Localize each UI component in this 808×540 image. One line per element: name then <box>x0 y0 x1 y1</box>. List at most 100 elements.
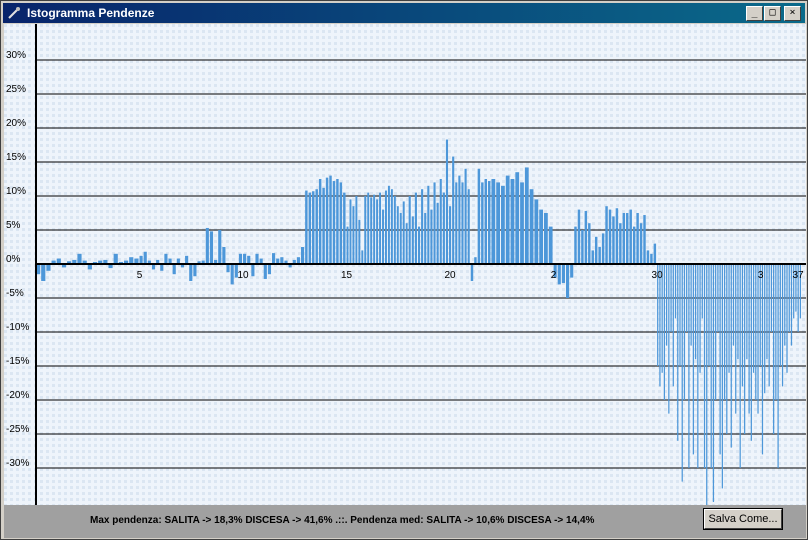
bar-152 <box>626 213 629 264</box>
bar-170 <box>677 264 679 441</box>
bar-151 <box>622 213 626 264</box>
bar-74 <box>352 206 355 264</box>
bar-125 <box>520 182 524 264</box>
bar-82 <box>376 199 379 264</box>
bar-156 <box>639 223 643 264</box>
close-button[interactable]: × <box>784 6 801 21</box>
bar-179 <box>697 264 699 468</box>
bar-167 <box>670 264 672 332</box>
x-tick-label: 3 <box>758 270 764 281</box>
bar-141 <box>588 223 591 264</box>
bar-54 <box>280 257 284 264</box>
bar-111 <box>464 168 467 264</box>
bar-129 <box>539 209 544 264</box>
bar-155 <box>636 213 639 264</box>
x-tick-label: 5 <box>137 270 143 281</box>
bar-139 <box>581 230 584 264</box>
bar-26 <box>164 253 168 264</box>
bar-137 <box>574 226 577 264</box>
bar-61 <box>308 192 312 264</box>
bar-87 <box>390 189 393 264</box>
bar-32 <box>189 264 193 281</box>
bar-109 <box>458 175 461 264</box>
bar-20 <box>139 255 143 264</box>
bar-203 <box>750 264 752 441</box>
bar-189 <box>719 264 721 455</box>
bar-64 <box>318 179 322 264</box>
bar-8 <box>77 253 82 264</box>
bar-88 <box>393 196 396 264</box>
bar-15 <box>113 253 118 264</box>
bar-138 <box>577 209 581 264</box>
bar-168 <box>672 264 674 387</box>
y-tick-label: 10% <box>6 186 26 197</box>
x-tick-label: 2 <box>551 270 557 281</box>
bar-208 <box>761 264 764 455</box>
maximize-button[interactable]: □ <box>764 6 781 21</box>
bar-193 <box>728 264 730 373</box>
bar-165 <box>665 264 668 346</box>
bar-205 <box>755 264 757 400</box>
bar-216 <box>779 264 781 366</box>
bar-210 <box>766 264 768 360</box>
bar-83 <box>379 192 382 264</box>
bar-135 <box>565 264 570 298</box>
bar-136 <box>570 264 574 278</box>
bar-90 <box>399 213 402 264</box>
histogram-window: Istogramma Pendenze _ □ × -30% -25% -20% -1… <box>0 0 808 540</box>
bar-115 <box>477 168 481 264</box>
bar-148 <box>612 216 615 264</box>
save-as-button[interactable]: Salva Come... <box>703 508 783 530</box>
bar-197 <box>737 264 739 360</box>
bar-31 <box>185 255 189 264</box>
bar-158 <box>646 250 650 264</box>
bar-175 <box>688 264 690 468</box>
bar-52 <box>272 253 276 264</box>
bar-47 <box>251 264 255 277</box>
bar-39 <box>218 230 222 264</box>
bar-89 <box>396 206 399 264</box>
bar-103 <box>439 179 442 264</box>
bar-164 <box>663 264 665 400</box>
bar-192 <box>726 264 728 434</box>
bar-25 <box>160 264 164 271</box>
bar-124 <box>515 172 520 264</box>
bar-28 <box>172 264 176 275</box>
bar-36 <box>205 227 209 264</box>
bar-130 <box>544 213 548 264</box>
bar-86 <box>387 185 390 264</box>
bar-95 <box>414 192 417 264</box>
title-bar[interactable]: Istogramma Pendenze _ □ × <box>3 3 805 23</box>
bar-176 <box>690 264 692 346</box>
bar-214 <box>775 264 777 400</box>
bar-104 <box>442 192 445 264</box>
bar-211 <box>768 264 770 387</box>
y-tick-label: -30% <box>6 458 29 469</box>
bar-146 <box>605 206 608 264</box>
minimize-button[interactable]: _ <box>746 6 763 21</box>
bar-133 <box>557 264 561 285</box>
bar-60 <box>305 190 308 264</box>
bar-199 <box>741 264 744 387</box>
bar-102 <box>436 202 439 264</box>
bar-114 <box>474 257 477 264</box>
y-tick-label: -10% <box>6 322 29 333</box>
bar-213 <box>773 264 775 434</box>
bar-206 <box>757 264 759 414</box>
bar-85 <box>384 190 387 264</box>
bar-101 <box>433 182 436 264</box>
bar-166 <box>668 264 670 414</box>
y-tick-label: -15% <box>6 356 29 367</box>
bar-201 <box>746 264 748 360</box>
bar-63 <box>315 189 318 264</box>
bar-45 <box>243 253 247 264</box>
bar-84 <box>382 209 384 264</box>
bar-194 <box>730 264 732 448</box>
bar-143 <box>594 236 598 264</box>
window-title: Istogramma Pendenze <box>27 6 155 20</box>
bar-191 <box>723 264 726 400</box>
y-tick-label: 25% <box>6 84 26 95</box>
bar-81 <box>373 194 376 264</box>
bar-73 <box>349 199 352 264</box>
y-tick-label: -5% <box>6 288 24 299</box>
